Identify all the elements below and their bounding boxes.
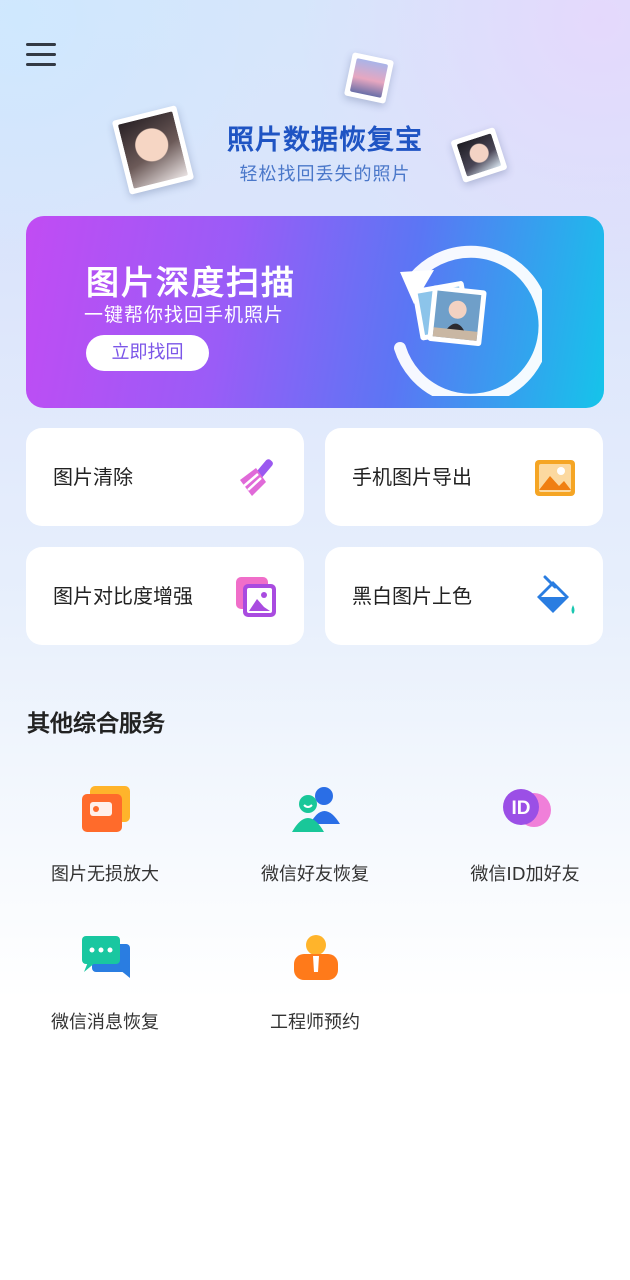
recover-now-button[interactable]: 立即找回 [86,335,209,371]
banner-title: 图片深度扫描 [86,263,296,302]
services-section-title: 其他综合服务 [27,711,165,737]
service-label: 图片无损放大 [51,864,159,885]
paint-bucket-icon [537,575,575,614]
photo-export-card[interactable]: 手机图片导出 [325,428,603,526]
service-engineer-booking[interactable]: 工程师预约 [235,932,395,1062]
card-label: 黑白图片上色 [352,584,472,608]
card-label: 图片清除 [53,465,133,489]
service-label: 微信ID加好友 [470,864,580,885]
colorize-card[interactable]: 黑白图片上色 [325,547,603,645]
card-label: 手机图片导出 [352,465,472,489]
service-label: 微信好友恢复 [261,864,369,885]
broom-icon [240,459,273,496]
contacts-recover-icon [292,787,340,832]
deep-scan-banner[interactable]: 图片深度扫描 一键帮你找回手机照片 立即找回 [26,216,604,408]
service-wechat-id-add-friend[interactable]: ID 微信ID加好友 [445,784,605,914]
contrast-enhance-card[interactable]: 图片对比度增强 [26,547,304,645]
app-subtitle: 轻松找回丢失的照片 [239,164,411,185]
hamburger-menu-icon[interactable] [24,40,60,70]
chat-recover-icon [82,936,130,978]
image-enlarge-icon [82,786,130,832]
photo-clean-card[interactable]: 图片清除 [26,428,304,526]
engineer-icon [294,935,338,980]
service-image-enlarge[interactable]: 图片无损放大 [25,784,185,914]
service-label: 工程师预约 [270,1012,360,1033]
service-wechat-message-recover[interactable]: 微信消息恢复 [25,932,185,1062]
decorative-photo-small [450,126,508,184]
restore-photos-icon [394,245,542,396]
service-wechat-friend-recover[interactable]: 微信好友恢复 [235,784,395,914]
card-label: 图片对比度增强 [53,584,193,608]
decorative-photo-portrait [111,105,195,195]
id-add-friend-icon: ID [503,789,551,827]
decorative-photo-landscape [343,52,395,104]
contrast-image-icon [236,577,276,617]
svg-text:ID: ID [512,798,531,819]
app-title: 照片数据恢复宝 [227,125,423,156]
banner-subtitle: 一键帮你找回手机照片 [84,304,285,326]
image-export-icon [535,460,575,496]
service-label: 微信消息恢复 [51,1012,159,1033]
